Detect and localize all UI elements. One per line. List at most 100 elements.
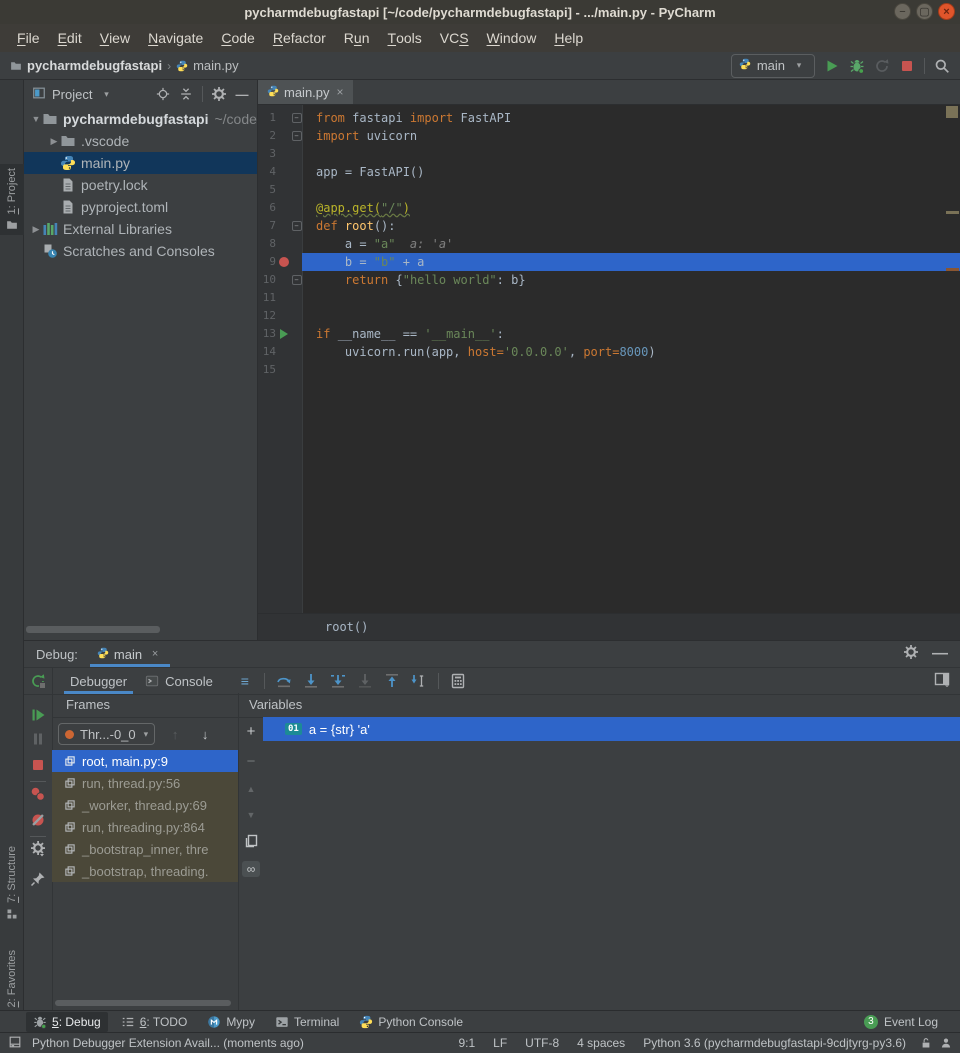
menu-file[interactable]: File bbox=[8, 24, 49, 52]
evaluate-expression-icon[interactable] bbox=[450, 673, 466, 689]
tab-debugger[interactable]: Debugger bbox=[64, 668, 133, 694]
error-stripe-mark[interactable] bbox=[946, 268, 959, 271]
hide-icon[interactable]: — bbox=[932, 646, 948, 662]
frames-horizontal-scrollbar[interactable] bbox=[55, 1000, 231, 1006]
error-stripe-mark[interactable] bbox=[946, 211, 959, 214]
menu-window[interactable]: Window bbox=[478, 24, 546, 52]
debug-button[interactable] bbox=[849, 58, 865, 74]
tab-console[interactable]: Console bbox=[139, 668, 219, 694]
move-up-icon[interactable]: ▲ bbox=[243, 781, 259, 797]
status-message[interactable]: Python Debugger Extension Avail... (mome… bbox=[32, 1036, 304, 1050]
menu-refactor[interactable]: Refactor bbox=[264, 24, 335, 52]
settings-gear-button[interactable] bbox=[30, 841, 46, 857]
status-item-91[interactable]: 9:1 bbox=[458, 1036, 475, 1050]
fold-icon[interactable]: − bbox=[292, 221, 302, 231]
tree-expand-icon[interactable]: ▶ bbox=[30, 224, 42, 235]
title-bar[interactable]: pycharmdebugfastapi [~/code/pycharmdebug… bbox=[0, 0, 960, 24]
stop-button[interactable] bbox=[899, 58, 915, 74]
step-over-icon[interactable] bbox=[276, 673, 292, 689]
hector-icon[interactable] bbox=[940, 1037, 952, 1049]
code-line-4[interactable]: 4app = FastAPI() bbox=[258, 163, 960, 181]
search-everywhere-button[interactable] bbox=[934, 58, 950, 74]
tree-item-mainpy[interactable]: main.py bbox=[24, 152, 257, 174]
debug-session-tab[interactable]: main × bbox=[88, 641, 172, 667]
run-config-selector[interactable]: main ▾ bbox=[731, 54, 815, 78]
code-line-6[interactable]: 6@app.get("/") bbox=[258, 199, 960, 217]
fold-icon[interactable]: − bbox=[292, 131, 302, 141]
tree-item-pycharmdebugfastapi[interactable]: ▼pycharmdebugfastapi ~/code/pycharmdebug… bbox=[24, 108, 257, 130]
code-line-2[interactable]: 2−import uvicorn bbox=[258, 127, 960, 145]
duplicate-watch-icon[interactable] bbox=[243, 833, 259, 849]
fold-icon[interactable]: − bbox=[292, 275, 302, 285]
status-item-utf8[interactable]: UTF-8 bbox=[525, 1036, 559, 1050]
tree-item-pyprojecttoml[interactable]: pyproject.toml bbox=[24, 196, 257, 218]
code-line-15[interactable]: 15 bbox=[258, 361, 960, 379]
frame-row[interactable]: _bootstrap_inner, thre bbox=[52, 838, 238, 860]
mute-breakpoints-button[interactable] bbox=[30, 812, 46, 828]
frame-row[interactable]: run, thread.py:56 bbox=[52, 772, 238, 794]
breadcrumb-item-pycharmdebugfastapi[interactable]: pycharmdebugfastapi bbox=[10, 58, 162, 73]
run-to-cursor-icon[interactable] bbox=[411, 673, 427, 689]
code-line-5[interactable]: 5 bbox=[258, 181, 960, 199]
threads-menu-icon[interactable]: ≡ bbox=[237, 673, 253, 689]
close-icon[interactable]: × bbox=[147, 646, 163, 662]
menu-vcs[interactable]: VCS bbox=[431, 24, 478, 52]
tree-expand-icon[interactable]: ▼ bbox=[30, 114, 42, 124]
toggle-tw-icon[interactable] bbox=[8, 1035, 22, 1049]
show-watches-icon[interactable]: ∞ bbox=[242, 861, 260, 877]
step-into-my-code-icon[interactable] bbox=[330, 673, 346, 689]
menu-tools[interactable]: Tools bbox=[379, 24, 431, 52]
close-button[interactable]: × bbox=[938, 3, 955, 20]
tree-expand-icon[interactable]: ▶ bbox=[48, 136, 60, 147]
gear-icon[interactable] bbox=[212, 87, 226, 101]
menu-navigate[interactable]: Navigate bbox=[139, 24, 212, 52]
code-line-14[interactable]: 14 uvicorn.run(app, host='0.0.0.0', port… bbox=[258, 343, 960, 361]
editor-breadcrumbs[interactable]: root() bbox=[258, 613, 960, 640]
thread-selector[interactable]: Thr...-0_0 ▾ bbox=[58, 723, 155, 745]
collapse-icon[interactable] bbox=[179, 87, 193, 101]
tree-item-vscode[interactable]: ▶.vscode bbox=[24, 130, 257, 152]
code-line-8[interactable]: 8 a = "a" a: 'a' bbox=[258, 235, 960, 253]
maximize-button[interactable]: ▢ bbox=[916, 3, 933, 20]
add-watch-icon[interactable]: + bbox=[243, 723, 259, 739]
resume-button[interactable] bbox=[30, 707, 46, 723]
pause-button[interactable] bbox=[30, 731, 46, 747]
frame-row[interactable]: _bootstrap, threading. bbox=[52, 860, 238, 882]
tree-item-externallibraries[interactable]: ▶External Libraries bbox=[24, 218, 257, 240]
chevron-down-icon[interactable]: ▾ bbox=[98, 86, 114, 102]
menu-help[interactable]: Help bbox=[545, 24, 592, 52]
rerun-button[interactable] bbox=[874, 58, 890, 74]
stripe-button-project[interactable]: 1: Project bbox=[0, 164, 24, 235]
code-area[interactable]: 1−from fastapi import FastAPI2−import uv… bbox=[258, 105, 960, 613]
toolwindow-button-pythonconsole[interactable]: Python Console bbox=[352, 1012, 470, 1032]
breadcrumb-item-main.py[interactable]: main.py bbox=[176, 58, 239, 73]
toolwindow-button-todo[interactable]: 6: TODO bbox=[114, 1012, 195, 1032]
restore-layout-icon[interactable] bbox=[934, 671, 950, 687]
step-out-icon[interactable] bbox=[384, 673, 400, 689]
menu-view[interactable]: View bbox=[91, 24, 139, 52]
tree-item-scratchesandconsoles[interactable]: Scratches and Consoles bbox=[24, 240, 257, 262]
force-step-into-icon[interactable] bbox=[357, 673, 373, 689]
tree-item-poetrylock[interactable]: poetry.lock bbox=[24, 174, 257, 196]
code-line-1[interactable]: 1−from fastapi import FastAPI bbox=[258, 109, 960, 127]
down-arrow-icon[interactable]: ↓ bbox=[197, 726, 213, 742]
move-down-icon[interactable]: ▼ bbox=[243, 807, 259, 823]
code-line-9[interactable]: 9 b = "b" + a bbox=[258, 253, 960, 271]
toolwindow-button-debug[interactable]: 5: Debug bbox=[26, 1012, 108, 1032]
code-line-3[interactable]: 3 bbox=[258, 145, 960, 163]
menu-run[interactable]: Run bbox=[335, 24, 379, 52]
code-line-7[interactable]: 7−def root(): bbox=[258, 217, 960, 235]
stop-button[interactable] bbox=[30, 757, 46, 773]
project-horizontal-scrollbar[interactable] bbox=[26, 626, 160, 633]
toolwindow-button-mypy[interactable]: Mypy bbox=[200, 1012, 262, 1032]
fold-icon[interactable]: − bbox=[292, 113, 302, 123]
run-line-icon[interactable] bbox=[280, 329, 288, 339]
event-log-button[interactable]: 3 Event Log bbox=[864, 1015, 960, 1029]
hide-icon[interactable]: — bbox=[235, 87, 249, 101]
error-stripe-mark[interactable] bbox=[946, 106, 958, 118]
step-into-icon[interactable] bbox=[303, 673, 319, 689]
remove-watch-icon[interactable]: − bbox=[243, 753, 259, 769]
status-item-4spaces[interactable]: 4 spaces bbox=[577, 1036, 625, 1050]
up-arrow-icon[interactable]: ↑ bbox=[167, 726, 183, 742]
variable-row[interactable]: 01a = {str} 'a' bbox=[263, 717, 960, 741]
